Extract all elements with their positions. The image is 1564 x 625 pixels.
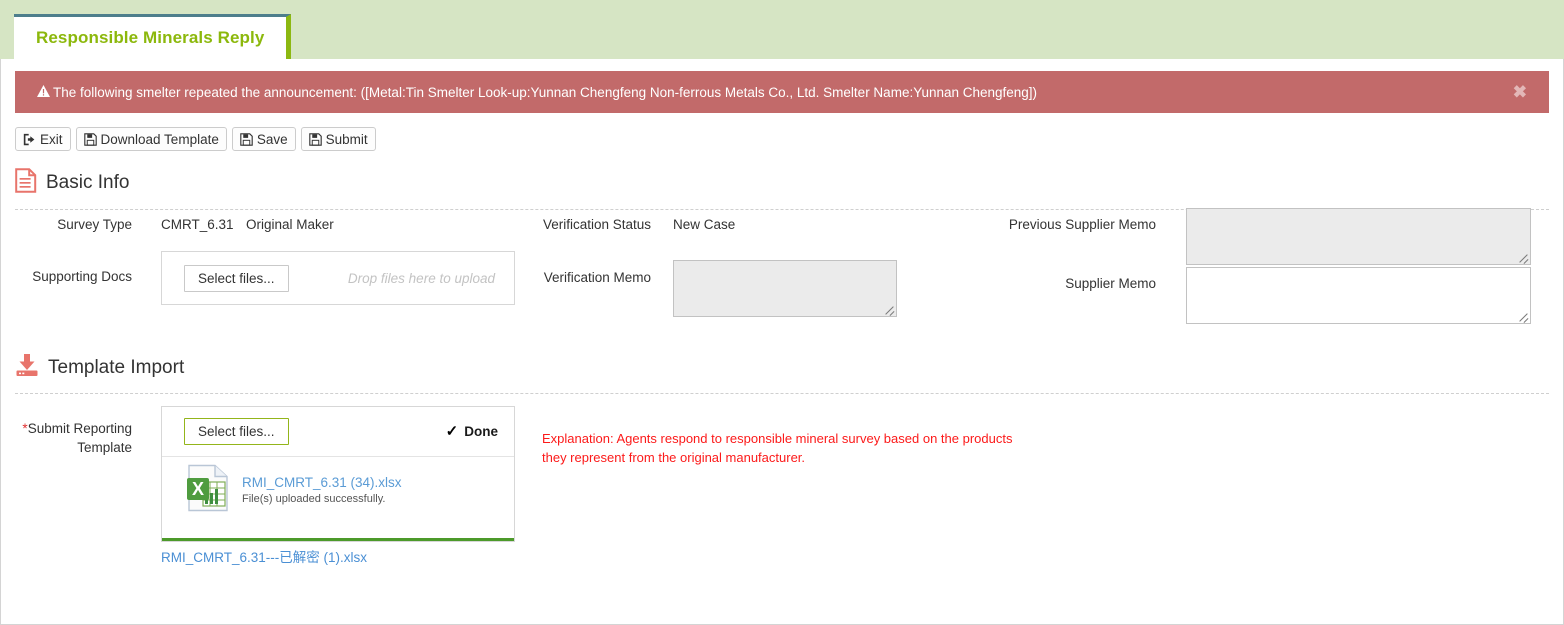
verification-memo-label: Verification Memo (543, 270, 651, 285)
done-label: Done (464, 424, 498, 439)
reporting-template-uploader[interactable]: Select files... ✓ Done X RMI_CMRT_6.31 (… (161, 406, 515, 542)
alert-message: The following smelter repeated the annou… (53, 84, 1038, 100)
upload-done-status: ✓ Done (446, 424, 498, 439)
save-icon (83, 132, 97, 146)
exit-button-label: Exit (40, 131, 63, 147)
previous-supplier-memo-textarea (1186, 208, 1531, 265)
supporting-docs-uploader[interactable]: Select files... Drop files here to uploa… (161, 251, 515, 305)
submit-button-label: Submit (325, 131, 368, 147)
submit-button[interactable]: Submit (300, 127, 376, 151)
reporting-template-upload-row: Select files... ✓ Done (162, 407, 514, 456)
survey-type-label: Survey Type (57, 217, 132, 232)
basic-info-section-header: Basic Info (15, 168, 1563, 198)
excel-file-icon: X (184, 464, 231, 517)
save-button[interactable]: Save (231, 127, 296, 151)
exit-button[interactable]: Exit (15, 127, 71, 151)
upload-progress-bar (162, 538, 514, 541)
verification-memo-textarea (673, 260, 897, 317)
supporting-docs-upload-row: Select files... Drop files here to uploa… (162, 252, 514, 304)
save-icon (308, 132, 322, 146)
svg-text:X: X (192, 479, 204, 499)
sign-out-icon (23, 133, 36, 146)
template-import-title: Template Import (48, 356, 185, 378)
verification-status-label: Verification Status (542, 217, 651, 232)
warning-icon (37, 85, 50, 99)
verification-status-value: New Case (673, 217, 736, 232)
reporting-template-select-files-button[interactable]: Select files... (184, 418, 289, 445)
check-icon: ✓ (445, 423, 459, 440)
save-button-label: Save (256, 131, 288, 147)
download-template-button[interactable]: Download Template (75, 127, 227, 151)
original-maker-label: Original Maker (246, 217, 334, 232)
supporting-docs-drop-hint: Drop files here to upload (347, 270, 495, 286)
submit-reporting-template-label: *Submit Reporting Template (22, 421, 132, 455)
tab-label: Responsible Minerals Reply (36, 28, 265, 47)
tab-bar: Responsible Minerals Reply (0, 0, 1564, 59)
basic-info-form: Survey Type CMRT_6.31 Original Maker Sup… (1, 208, 1563, 348)
decrypted-file-link[interactable]: RMI_CMRT_6.31---已解密 (1).xlsx (161, 546, 367, 566)
save-icon (240, 132, 253, 146)
download-template-button-label: Download Template (100, 131, 219, 147)
uploaded-file-row: X RMI_CMRT_6.31 (34).xlsx File(s) upload… (162, 456, 514, 523)
uploaded-file-status: File(s) uploaded successfully. (242, 493, 386, 505)
document-icon (15, 168, 37, 198)
close-icon[interactable]: ✖ (1513, 84, 1527, 101)
error-alert-banner: The following smelter repeated the annou… (15, 71, 1549, 113)
explanation-text: Explanation: Agents respond to responsib… (542, 431, 1013, 465)
supplier-memo-textarea[interactable] (1186, 267, 1531, 324)
supplier-memo-label: Supplier Memo (1065, 276, 1156, 291)
page-content: The following smelter repeated the annou… (0, 59, 1564, 625)
basic-info-title: Basic Info (46, 172, 130, 193)
import-download-icon (15, 353, 39, 382)
template-import-form: *Submit Reporting Template Select files.… (1, 394, 1563, 565)
previous-supplier-memo-label: Previous Supplier Memo (1008, 217, 1156, 232)
uploaded-file-name[interactable]: RMI_CMRT_6.31 (34).xlsx (242, 475, 402, 490)
supporting-docs-label: Supporting Docs (32, 269, 132, 284)
toolbar: Exit Download Template Save Submit (15, 127, 1563, 151)
survey-type-value: CMRT_6.31 (161, 217, 234, 232)
template-import-section-header: Template Import (15, 353, 1563, 382)
tab-responsible-minerals-reply[interactable]: Responsible Minerals Reply (14, 14, 292, 59)
supporting-docs-select-files-button[interactable]: Select files... (184, 264, 289, 292)
uploaded-file-meta: RMI_CMRT_6.31 (34).xlsx File(s) uploaded… (242, 475, 402, 505)
